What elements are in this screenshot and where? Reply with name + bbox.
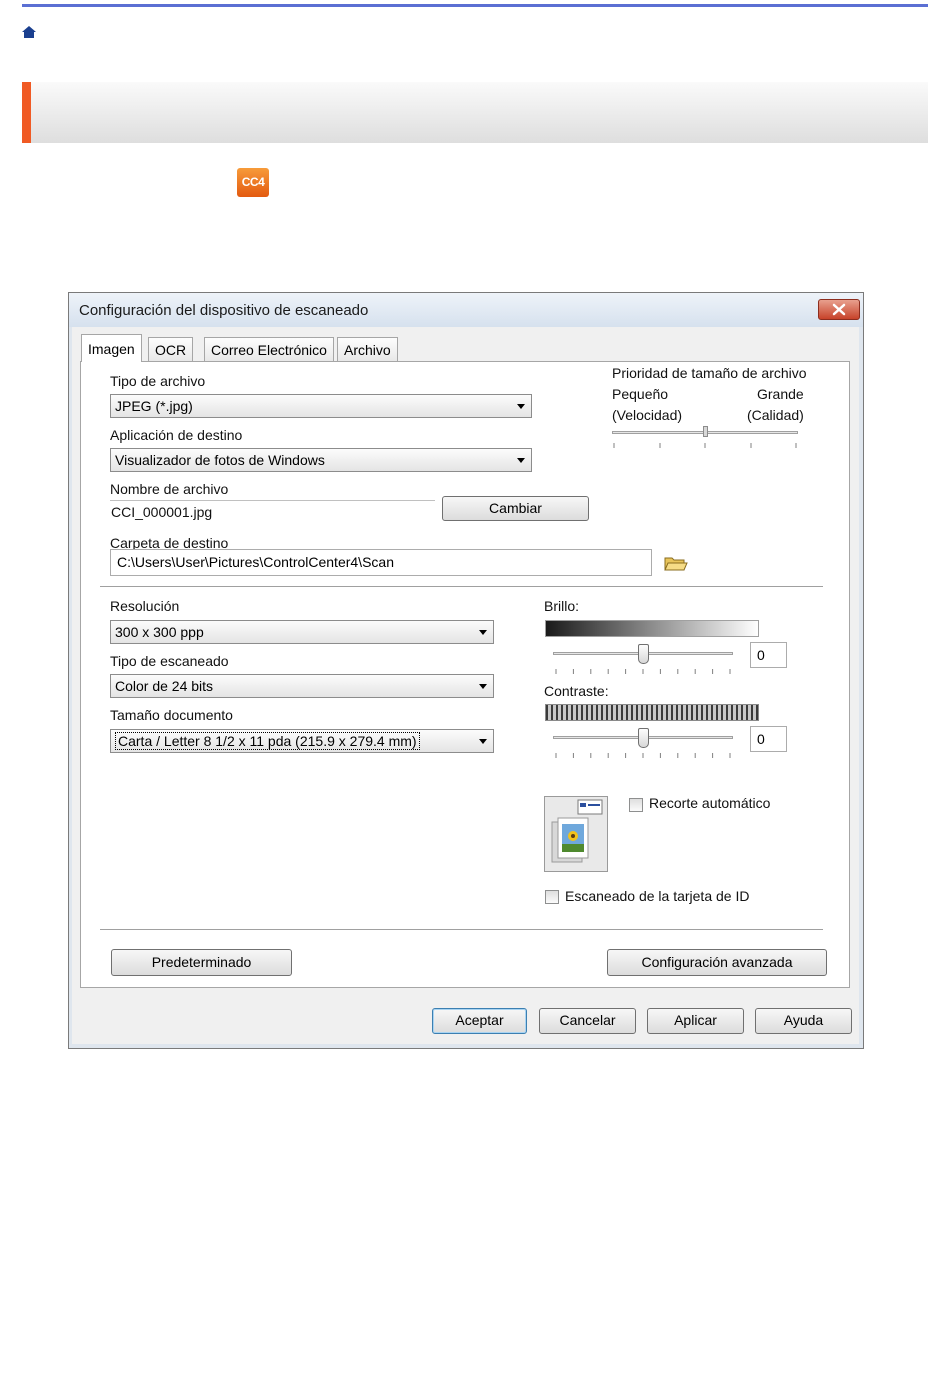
tab-archivo[interactable]: Archivo [337, 337, 398, 361]
doc-size-value: Carta / Letter 8 1/2 x 11 pda (215.9 x 2… [115, 732, 420, 750]
tab-correo[interactable]: Correo Electrónico [204, 337, 334, 361]
section-banner [22, 82, 928, 143]
scan-type-value: Color de 24 bits [115, 678, 214, 694]
scan-type-label: Tipo de escaneado [110, 653, 229, 669]
contrast-label: Contraste: [544, 683, 609, 699]
file-name-label: Nombre de archivo [110, 481, 229, 497]
separator-upper [100, 586, 823, 588]
size-priority-slider-thumb[interactable] [702, 426, 708, 437]
chevron-down-icon [479, 684, 487, 689]
tab-panel-imagen: Tipo de archivo JPEG (*.jpg) Aplicación … [80, 361, 850, 988]
target-app-value: Visualizador de fotos de Windows [115, 452, 325, 468]
tab-ocr[interactable]: OCR [148, 337, 194, 361]
chevron-down-icon [517, 458, 525, 463]
separator-lower [100, 929, 823, 931]
title-bar: Configuración del dispositivo de escanea… [69, 293, 863, 327]
scan-type-select[interactable]: Color de 24 bits [110, 674, 494, 698]
close-button[interactable] [818, 299, 860, 320]
target-app-label: Aplicación de destino [110, 427, 243, 443]
resolution-label: Resolución [110, 598, 180, 614]
contrast-slider-thumb[interactable] [637, 728, 649, 748]
brightness-slider-thumb[interactable] [637, 644, 649, 664]
resolution-select[interactable]: 300 x 300 ppp [110, 620, 494, 644]
apply-button[interactable]: Aplicar [647, 1008, 744, 1034]
advanced-settings-button[interactable]: Configuración avanzada [607, 949, 827, 976]
doc-size-select[interactable]: Carta / Letter 8 1/2 x 11 pda (215.9 x 2… [110, 729, 494, 753]
target-app-select[interactable]: Visualizador de fotos de Windows [110, 448, 532, 472]
size-priority-label: Prioridad de tamaño de archivo [612, 365, 807, 381]
tab-imagen[interactable]: Imagen [81, 334, 142, 362]
top-rule [22, 4, 928, 7]
resolution-value: 300 x 300 ppp [115, 624, 204, 640]
banner-accent [22, 82, 31, 143]
file-type-value: JPEG (*.jpg) [115, 398, 193, 414]
file-type-select[interactable]: JPEG (*.jpg) [110, 394, 532, 418]
auto-crop-illustration [544, 796, 608, 872]
file-name-underline [110, 500, 435, 501]
dest-folder-input[interactable]: C:\Users\User\Pictures\ControlCenter4\Sc… [110, 549, 652, 576]
home-icon[interactable] [22, 26, 36, 38]
brightness-label: Brillo: [544, 598, 580, 614]
folder-icon [664, 557, 688, 571]
close-icon [832, 303, 846, 316]
contrast-pattern [545, 704, 759, 721]
dialog-client: Imagen OCR Correo Electrónico Archivo Ti… [72, 327, 859, 1044]
auto-crop-label: Recorte automático [649, 795, 771, 811]
brightness-value-input[interactable]: 0 [750, 642, 787, 668]
chevron-down-icon [479, 630, 487, 635]
brightness-ticks [555, 669, 731, 674]
cancel-button[interactable]: Cancelar [539, 1008, 636, 1034]
size-quality-label: (Calidad) [747, 407, 804, 423]
change-button[interactable]: Cambiar [442, 496, 589, 521]
ok-button[interactable]: Aceptar [432, 1008, 527, 1034]
doc-size-label: Tamaño documento [110, 707, 233, 723]
chevron-down-icon [479, 739, 487, 744]
scan-settings-dialog: Configuración del dispositivo de escanea… [68, 292, 864, 1049]
browse-folder-button[interactable] [662, 551, 688, 575]
size-large-label: Grande [757, 386, 804, 402]
file-type-label: Tipo de archivo [110, 373, 206, 389]
contrast-ticks [555, 753, 731, 758]
auto-crop-checkbox[interactable] [629, 798, 643, 812]
brightness-gradient [545, 620, 759, 637]
size-small-label: Pequeño [612, 386, 669, 402]
help-button[interactable]: Ayuda [755, 1008, 852, 1034]
size-speed-label: (Velocidad) [612, 407, 683, 423]
default-button[interactable]: Predeterminado [111, 949, 292, 976]
file-name-value: CCI_000001.jpg [111, 504, 213, 520]
contrast-value-input[interactable]: 0 [750, 726, 787, 752]
size-priority-ticks [613, 443, 797, 448]
id-card-checkbox[interactable] [545, 890, 559, 904]
dialog-title: Configuración del dispositivo de escanea… [79, 302, 369, 319]
chevron-down-icon [517, 404, 525, 409]
controlcenter4-icon: CC4 [237, 168, 269, 197]
id-card-label: Escaneado de la tarjeta de ID [565, 888, 750, 904]
